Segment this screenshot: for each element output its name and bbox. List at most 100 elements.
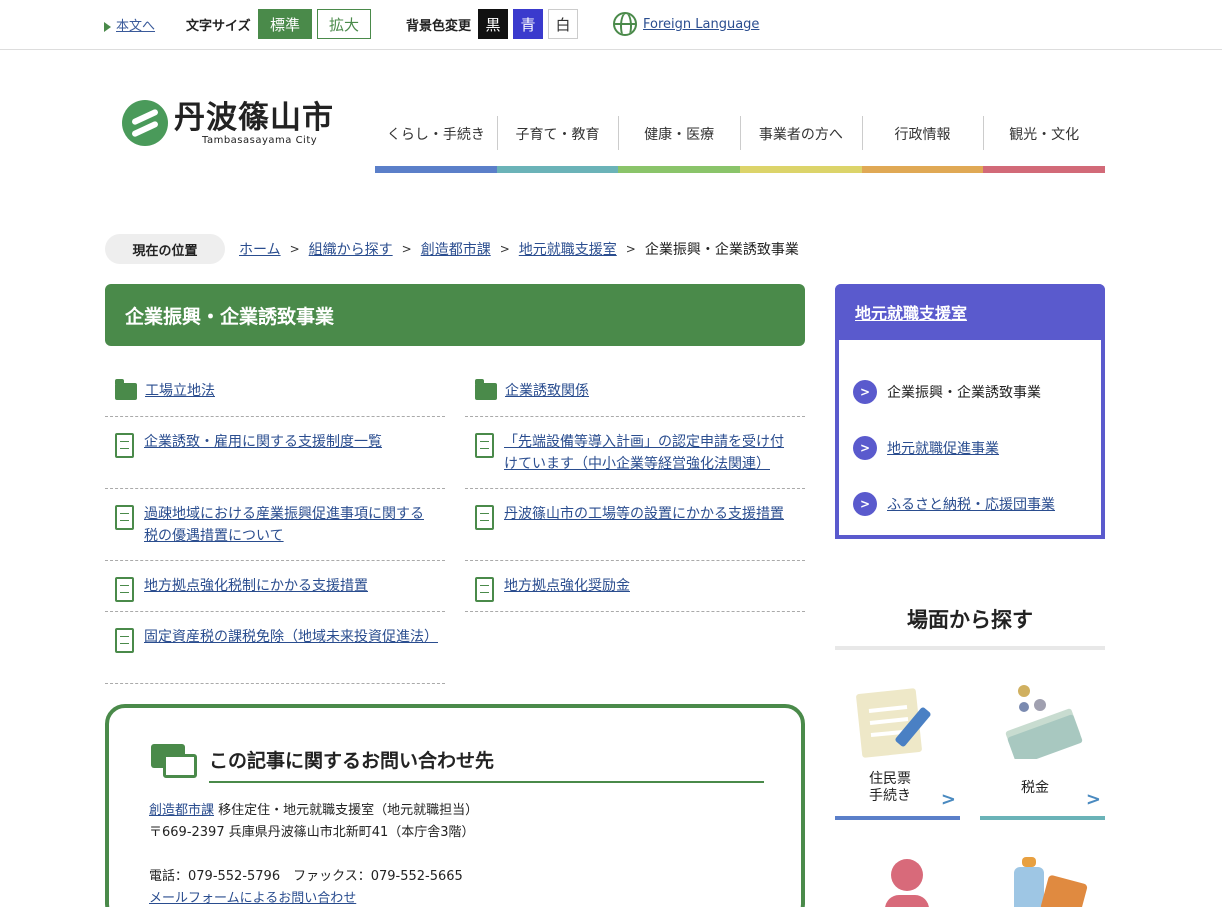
scene-tile-resident[interactable]: 住民票 手続き >	[835, 665, 960, 820]
scene-section-title: 場面から探す	[835, 604, 1105, 650]
site-logo[interactable]: 丹波篠山市 Tambasasayama City	[122, 100, 334, 146]
baby-bottle-icon	[1014, 857, 1088, 907]
breadcrumb-here-label: 現在の位置	[105, 234, 225, 264]
gnav-item-business[interactable]: 事業者の方へ	[740, 116, 862, 173]
scene-underline	[980, 816, 1105, 820]
inquiry-tel-fax: 電話：079-552-5796 ファックス：079-552-5665	[149, 869, 463, 884]
inquiry-dept-link[interactable]: 創造都市課	[149, 803, 214, 818]
sidebar-item-link[interactable]: 地元就職促進事業	[887, 438, 999, 458]
breadcrumb-home[interactable]: ホーム	[239, 239, 281, 259]
link-folder[interactable]: 工場立地法	[145, 380, 215, 402]
breadcrumb-org[interactable]: 組織から探す	[309, 239, 393, 259]
breadcrumb-dept[interactable]: 創造都市課	[421, 239, 491, 259]
inquiry-box: この記事に関するお問い合わせ先 創造都市課 移住定住・地元就職支援室（地元就職担…	[105, 704, 805, 907]
utility-bar: 本文へ 文字サイズ 標準 拡大 背景色変更 黒 青 白 Foreign Lang…	[0, 0, 1222, 50]
gnav-item-living[interactable]: くらし・手続き	[375, 116, 497, 173]
breadcrumb: 現在の位置 ホーム > 組織から探す > 創造都市課 > 地元就職支援室 > 企業振興・…	[105, 234, 799, 264]
chevron-right-icon: >	[853, 380, 877, 404]
page-title: 企業振興・企業誘致事業	[105, 284, 805, 346]
gnav-item-administration[interactable]: 行政情報	[861, 116, 984, 173]
bg-blue-button[interactable]: 青	[513, 9, 543, 39]
chevron-right-icon: >	[853, 436, 877, 460]
scene-tile-person[interactable]	[835, 845, 960, 907]
list-item: 過疎地域における産業振興促進事項に関する税の優遇措置について	[105, 489, 445, 561]
gnav-item-childcare[interactable]: 子育て・教育	[496, 116, 619, 173]
sidebar-item[interactable]: > ふるさと納税・応援団事業	[853, 476, 1055, 532]
person-icon	[885, 859, 929, 907]
inquiry-mail-link[interactable]: メールフォームによるお問い合わせ	[149, 891, 356, 906]
sidebar-menu: 地元就職支援室 > 企業振興・企業誘致事業 > 地元就職促進事業 > ふるさと納…	[835, 284, 1105, 539]
chevron-right-icon: >	[289, 242, 300, 256]
scene-label: 税金	[1021, 780, 1049, 796]
link-column-right: 企業誘致関係 「先端設備等導入計画」の認定申請を受け付けています（中小企業等経営…	[465, 366, 805, 612]
breadcrumb-current: 企業振興・企業誘致事業	[644, 242, 799, 258]
document-icon	[475, 505, 494, 530]
chat-bubble-icon	[151, 744, 199, 782]
city-emblem-icon	[122, 100, 168, 146]
folder-icon	[115, 379, 137, 400]
list-item: 工場立地法	[105, 366, 445, 417]
list-item: 固定資産税の課税免除（地域未来投資促進法）	[105, 612, 445, 684]
font-standard-button[interactable]: 標準	[258, 9, 312, 39]
link-document[interactable]: 固定資産税の課税免除（地域未来投資促進法）	[144, 626, 438, 648]
inquiry-dept-detail: 移住定住・地元就職支援室（地元就職担当）	[214, 803, 479, 818]
chevron-right-icon: >	[940, 789, 956, 810]
scene-underline	[835, 816, 960, 820]
sidebar-item-link[interactable]: ふるさと納税・応援団事業	[887, 494, 1055, 514]
global-nav: くらし・手続き 子育て・教育 健康・医療 事業者の方へ 行政情報 観光・文化	[375, 116, 1106, 173]
foreign-language-link[interactable]: Foreign Language	[643, 17, 759, 32]
link-document[interactable]: 丹波篠山市の工場等の設置にかかる支援措置	[504, 503, 784, 525]
triangle-icon	[104, 21, 111, 32]
document-icon	[475, 577, 494, 602]
globe-icon	[613, 12, 637, 36]
sidebar-title-link[interactable]: 地元就職支援室	[855, 300, 967, 324]
gnav-item-health[interactable]: 健康・医療	[618, 116, 741, 173]
gnav-color-bar	[983, 166, 1106, 173]
sidebar-item[interactable]: > 地元就職促進事業	[853, 420, 1055, 476]
sidebar-list: > 企業振興・企業誘致事業 > 地元就職促進事業 > ふるさと納税・応援団事業	[853, 364, 1055, 532]
scene-tile-childcare[interactable]	[980, 845, 1105, 907]
font-size-label: 文字サイズ	[186, 19, 251, 34]
font-large-button[interactable]: 拡大	[317, 9, 371, 39]
inquiry-body: 創造都市課 移住定住・地元就職支援室（地元就職担当） 〒669-2397 兵庫県…	[149, 800, 478, 907]
gnav-color-bar	[496, 166, 619, 173]
list-item: 地方拠点強化奨励金	[465, 561, 805, 612]
gnav-color-bar	[375, 166, 497, 173]
link-document[interactable]: 企業誘致・雇用に関する支援制度一覧	[144, 431, 382, 453]
sidebar-item: > 企業振興・企業誘致事業	[853, 364, 1055, 420]
chevron-right-icon: >	[499, 242, 510, 256]
document-icon	[115, 505, 134, 530]
scene-label: 住民票 手続き	[869, 771, 911, 804]
list-item: 丹波篠山市の工場等の設置にかかる支援措置	[465, 489, 805, 561]
link-document[interactable]: 「先端設備等導入計画」の認定申請を受け付けています（中小企業等経営強化法関連）	[504, 431, 795, 475]
breadcrumb-office[interactable]: 地元就職支援室	[519, 239, 617, 259]
skip-link[interactable]: 本文へ	[116, 19, 155, 34]
document-icon	[115, 433, 134, 458]
chevron-right-icon: >	[401, 242, 412, 256]
gnav-item-tourism[interactable]: 観光・文化	[983, 116, 1106, 173]
bg-color-label: 背景色変更	[406, 19, 472, 34]
gnav-color-bar	[618, 166, 741, 173]
money-icon	[1005, 685, 1083, 759]
skip-to-content[interactable]: 本文へ	[104, 15, 155, 34]
document-pen-icon	[856, 688, 931, 758]
chevron-right-icon: >	[625, 242, 636, 256]
inquiry-title: この記事に関するお問い合わせ先	[209, 746, 764, 783]
sidebar-item-current: 企業振興・企業誘致事業	[887, 385, 1041, 401]
link-folder[interactable]: 企業誘致関係	[505, 380, 589, 402]
foreign-language[interactable]: Foreign Language	[613, 12, 759, 36]
document-icon	[115, 628, 134, 653]
logo-title: 丹波篠山市	[174, 99, 334, 136]
link-document[interactable]: 過疎地域における産業振興促進事項に関する税の優遇措置について	[144, 503, 435, 547]
gnav-color-bar	[861, 166, 984, 173]
link-document[interactable]: 地方拠点強化税制にかかる支援措置	[144, 575, 368, 597]
link-document[interactable]: 地方拠点強化奨励金	[504, 575, 630, 597]
chevron-right-icon: >	[1085, 789, 1101, 810]
list-item: 企業誘致関係	[465, 366, 805, 417]
folder-icon	[475, 379, 497, 400]
inquiry-address: 〒669-2397 兵庫県丹波篠山市北新町41（本庁舎3階）	[149, 825, 475, 840]
gnav-color-bar	[740, 166, 862, 173]
scene-tile-tax[interactable]: 税金 >	[980, 665, 1105, 820]
bg-white-button[interactable]: 白	[548, 9, 578, 39]
bg-black-button[interactable]: 黒	[478, 9, 508, 39]
